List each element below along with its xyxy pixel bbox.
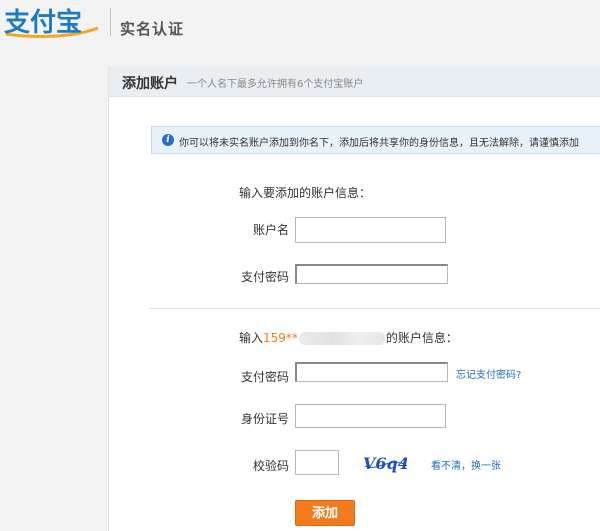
- page-title: 实名认证: [120, 20, 185, 38]
- captcha-input[interactable]: [295, 450, 339, 475]
- add-button[interactable]: 添加: [295, 500, 355, 526]
- info-notice: i 你可以将未实名账户添加到你名下，添加后将共享你的身份信息，且无法解除，请谨慎…: [151, 126, 600, 154]
- panel-header: 添加账户 一个人名下最多允许拥有6个支付宝账户: [109, 66, 600, 97]
- captcha-text: V6q4: [363, 454, 407, 473]
- logo-text: 支付宝: [4, 7, 82, 38]
- add-account-panel: 添加账户 一个人名下最多允许拥有6个支付宝账户 i 你可以将未实名账户添加到你名…: [108, 66, 600, 531]
- section2-heading-prefix: 输入: [239, 331, 264, 345]
- section-divider: [149, 308, 600, 309]
- captcha-image[interactable]: V6q4: [361, 450, 409, 476]
- payment-password-input-2[interactable]: [295, 362, 448, 382]
- section2-heading-suffix: 的账户信息：: [385, 331, 458, 345]
- section1-heading: 输入要添加的账户信息：: [239, 186, 372, 200]
- account-name-input[interactable]: [295, 217, 446, 243]
- alipay-logo[interactable]: 支付宝: [2, 4, 102, 38]
- payment-password-label-2: 支付密码: [240, 370, 289, 384]
- panel-title: 添加账户: [122, 76, 178, 92]
- id-number-label: 身份证号: [240, 412, 289, 426]
- id-number-input[interactable]: [295, 404, 446, 428]
- refresh-captcha-link[interactable]: 看不清，换一张: [431, 457, 501, 472]
- panel-subtitle: 一个人名下最多允许拥有6个支付宝账户: [187, 79, 364, 90]
- masked-blur: [298, 332, 385, 345]
- masked-phone: 159**: [263, 331, 298, 345]
- header: 支付宝 实名认证: [0, 0, 600, 50]
- account-name-label: 账户名: [252, 223, 289, 237]
- logo-separator: [110, 8, 111, 36]
- notice-text: 你可以将未实名账户添加到你名下，添加后将共享你的身份信息，且无法解除，请谨慎添加: [179, 138, 579, 149]
- captcha-label: 校验码: [252, 459, 289, 473]
- payment-password-label: 支付密码: [240, 270, 289, 284]
- section2-heading: 输入159** 的账户信息：: [239, 329, 458, 346]
- payment-password-input[interactable]: [295, 264, 448, 284]
- info-icon: i: [162, 134, 174, 146]
- forgot-password-link[interactable]: 忘记支付密码?: [456, 366, 521, 381]
